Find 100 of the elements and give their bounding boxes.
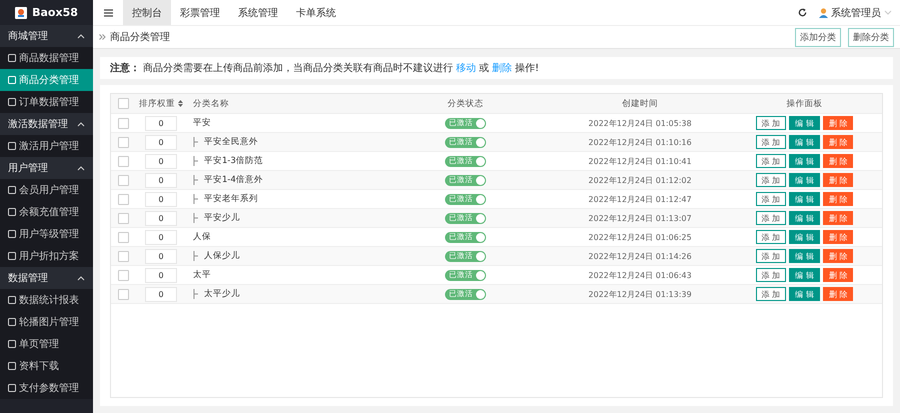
row-checkbox[interactable] — [118, 212, 128, 224]
row-checkbox[interactable] — [118, 232, 128, 242]
tree-branch-icon — [193, 175, 198, 185]
menu-item-icon — [8, 296, 16, 304]
row-checkbox[interactable] — [118, 174, 128, 186]
row-checkbox[interactable] — [118, 288, 128, 300]
sidebar-item[interactable]: 商品数据管理 — [0, 47, 93, 69]
logo-icon — [15, 6, 28, 18]
category-name: 平安少儿 — [204, 212, 240, 224]
sort-field[interactable]: 0 — [145, 248, 177, 264]
sidebar-item[interactable]: 资料下载 — [0, 355, 93, 377]
nav-tab[interactable]: 系统管理 — [229, 0, 287, 25]
menu-item-icon — [8, 384, 16, 392]
user-name[interactable]: 系统管理员 — [831, 6, 881, 20]
chevron-icon — [884, 10, 892, 15]
toolbar-button[interactable]: 删除分类 — [848, 28, 894, 46]
edit-button[interactable]: 编 辑 — [789, 249, 820, 263]
sidebar-item[interactable]: 用户等级管理 — [0, 223, 93, 245]
created-time: 2022年12月24日 01:12:47 — [588, 194, 692, 204]
row-checkbox[interactable] — [118, 250, 128, 262]
breadcrumb: 商品分类管理 — [110, 30, 170, 44]
row-checkbox[interactable] — [118, 270, 128, 280]
column-header: 创建时间 — [622, 98, 658, 110]
add-button[interactable]: 添 加 — [756, 230, 786, 244]
sidebar-group[interactable]: 数据管理 — [0, 267, 93, 289]
sort-field[interactable]: 0 — [145, 210, 177, 226]
tree-branch-icon — [193, 194, 198, 204]
created-time: 2022年12月24日 01:06:43 — [588, 270, 692, 280]
menu-item-icon — [8, 362, 16, 370]
edit-button[interactable]: 编 辑 — [789, 192, 820, 206]
nav-tab[interactable]: 卡单系统 — [287, 0, 345, 25]
sidebar-item[interactable]: 用户折扣方案 — [0, 245, 93, 267]
edit-button[interactable]: 编 辑 — [789, 173, 820, 187]
edit-button[interactable]: 编 辑 — [789, 287, 820, 301]
add-button[interactable]: 添 加 — [756, 135, 786, 149]
sort-field[interactable]: 0 — [145, 286, 177, 302]
edit-button[interactable]: 编 辑 — [789, 211, 820, 225]
menu-item-icon — [8, 340, 16, 348]
column-header: 分类名称 — [193, 98, 229, 110]
edit-button[interactable]: 编 辑 — [789, 135, 820, 149]
sort-field[interactable]: 0 — [145, 154, 177, 168]
add-button[interactable]: 添 加 — [756, 268, 786, 282]
menu-item-icon — [8, 230, 16, 238]
sidebar-item[interactable]: 商品分类管理 — [0, 69, 93, 91]
add-button[interactable]: 添 加 — [756, 287, 786, 301]
edit-button[interactable]: 编 辑 — [789, 116, 820, 130]
add-button[interactable]: 添 加 — [756, 173, 786, 187]
notice-text: 或 — [479, 62, 489, 75]
chevron-icon — [77, 276, 85, 280]
add-button[interactable]: 添 加 — [756, 211, 786, 225]
sort-field[interactable]: 0 — [145, 192, 177, 206]
category-name: 平安老年系列 — [204, 193, 258, 205]
breadcrumb-arrow-icon — [99, 34, 106, 40]
sidebar-item[interactable]: 支付参数管理 — [0, 377, 93, 399]
column-header[interactable]: 排序权重 — [139, 98, 175, 110]
row-checkbox[interactable] — [118, 118, 128, 128]
add-button[interactable]: 添 加 — [756, 154, 786, 168]
sidebar-item[interactable]: 激活用户管理 — [0, 135, 93, 157]
sidebar-item[interactable]: 单页管理 — [0, 333, 93, 355]
add-button[interactable]: 添 加 — [756, 192, 786, 206]
category-name: 平安全民意外 — [204, 136, 258, 148]
sort-field[interactable]: 0 — [145, 268, 177, 282]
row-checkbox[interactable] — [118, 194, 128, 204]
row-checkbox[interactable] — [118, 156, 128, 166]
sidebar-group[interactable]: 商城管理 — [0, 25, 93, 47]
sidebar-item[interactable]: 会员用户管理 — [0, 179, 93, 201]
created-time: 2022年12月24日 01:05:38 — [588, 118, 692, 128]
toolbar-button[interactable]: 添加分类 — [795, 28, 841, 46]
category-name: 平安1-3倍防范 — [204, 155, 263, 167]
menu-item-icon — [8, 98, 16, 106]
sort-field[interactable]: 0 — [145, 230, 177, 244]
refresh-icon[interactable] — [798, 8, 807, 17]
category-name: 人保少儿 — [204, 250, 240, 262]
tree-branch-icon — [193, 156, 198, 166]
sidebar-item[interactable]: 轮播图片管理 — [0, 311, 93, 333]
menu-icon[interactable] — [104, 8, 112, 16]
sidebar-item[interactable]: 订单数据管理 — [0, 91, 93, 113]
created-time: 2022年12月24日 01:14:26 — [588, 250, 692, 262]
add-button[interactable]: 添 加 — [756, 116, 786, 130]
nav-tab[interactable]: 彩票管理 — [171, 0, 229, 25]
sidebar-item[interactable]: 余额充值管理 — [0, 201, 93, 223]
edit-button[interactable]: 编 辑 — [789, 154, 820, 168]
menu-item-icon — [8, 54, 16, 62]
row-checkbox[interactable] — [118, 136, 128, 148]
menu-item-icon — [8, 76, 16, 84]
nav-tab[interactable]: 控制台 — [123, 0, 171, 25]
sort-icon[interactable] — [178, 100, 183, 107]
select-all-checkbox[interactable] — [118, 98, 128, 109]
add-button[interactable]: 添 加 — [756, 249, 786, 263]
sidebar-item[interactable]: 数据统计报表 — [0, 289, 93, 311]
sort-field[interactable]: 0 — [145, 116, 177, 130]
edit-button[interactable]: 编 辑 — [789, 268, 820, 282]
chevron-icon — [77, 34, 85, 38]
edit-button[interactable]: 编 辑 — [789, 230, 820, 244]
sidebar-group[interactable]: 用户管理 — [0, 157, 93, 179]
sort-field[interactable]: 0 — [145, 172, 177, 188]
sidebar-group[interactable]: 激活数据管理 — [0, 113, 93, 135]
sort-field[interactable]: 0 — [145, 134, 177, 150]
category-name: 太平 — [193, 269, 211, 281]
chevron-icon — [77, 166, 85, 170]
